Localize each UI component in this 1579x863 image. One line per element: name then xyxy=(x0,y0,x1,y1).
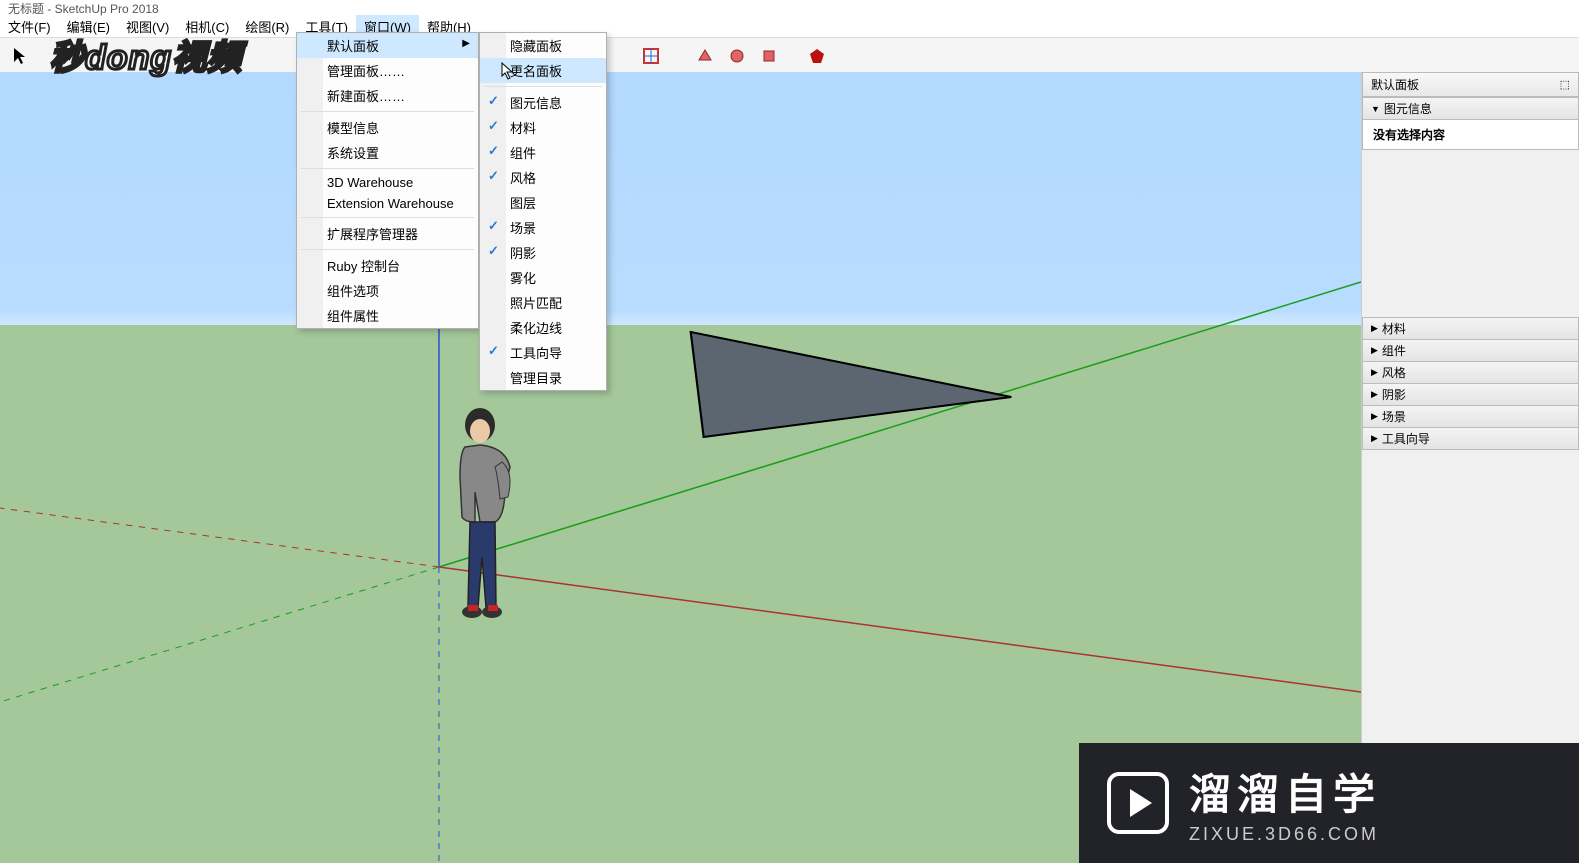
menu-separator xyxy=(301,168,474,169)
submenu-entity-info[interactable]: ✓图元信息 xyxy=(480,90,606,115)
pin-icon[interactable]: ⬚ xyxy=(1560,78,1570,91)
submenu-instructor[interactable]: ✓工具向导 xyxy=(480,340,606,365)
submenu-components[interactable]: ✓组件 xyxy=(480,140,606,165)
submenu-soften-edges[interactable]: 柔化边线 xyxy=(480,315,606,340)
expand-icon: ▶ xyxy=(1371,389,1378,400)
menu-default-panel[interactable]: 默认面板 ▶ xyxy=(297,33,478,58)
collapse-icon: ▼ xyxy=(1371,104,1380,114)
instructor-header[interactable]: ▶ 工具向导 xyxy=(1362,427,1579,450)
entity-info-body: 没有选择内容 xyxy=(1362,120,1579,150)
ad-sub-text: ZIXUE.3D66.COM xyxy=(1189,824,1381,845)
menu-ruby-console[interactable]: Ruby 控制台 xyxy=(297,253,478,278)
check-icon: ✓ xyxy=(488,343,499,359)
menu-component-options[interactable]: 组件选项 xyxy=(297,278,478,303)
submenu-scenes[interactable]: ✓场景 xyxy=(480,215,606,240)
default-panel-submenu: 隐藏面板 更名面板 ✓图元信息 ✓材料 ✓组件 ✓风格 图层 ✓场景 ✓阴影 雾… xyxy=(479,32,607,391)
zoom-extents-icon[interactable] xyxy=(636,41,666,71)
window-dropdown: 默认面板 ▶ 管理面板…… 新建面板…… 模型信息 系统设置 3D Wareho… xyxy=(296,32,479,329)
tray-header[interactable]: 默认面板 ⬚ xyxy=(1362,72,1579,97)
panel-label: 风格 xyxy=(1382,364,1406,381)
menu-extension-warehouse[interactable]: Extension Warehouse xyxy=(297,193,478,214)
menu-component-attrs[interactable]: 组件属性 xyxy=(297,303,478,328)
submenu-layers[interactable]: 图层 xyxy=(480,190,606,215)
components-header[interactable]: ▶ 组件 xyxy=(1362,339,1579,362)
menu-3d-warehouse[interactable]: 3D Warehouse xyxy=(297,172,478,193)
play-icon xyxy=(1107,772,1169,834)
panel-label: 阴影 xyxy=(1382,386,1406,403)
tool-icon[interactable] xyxy=(722,41,752,71)
materials-header[interactable]: ▶ 材料 xyxy=(1362,317,1579,340)
submenu-shadows[interactable]: ✓阴影 xyxy=(480,240,606,265)
panel-label: 工具向导 xyxy=(1382,430,1430,447)
menu-separator xyxy=(301,249,474,250)
menu-new-panel[interactable]: 新建面板…… xyxy=(297,83,478,108)
scenes-header[interactable]: ▶ 场景 xyxy=(1362,405,1579,428)
submenu-rename-panel[interactable]: 更名面板 xyxy=(480,58,606,83)
submenu-photo-match[interactable]: 照片匹配 xyxy=(480,290,606,315)
no-selection-text: 没有选择内容 xyxy=(1373,128,1445,142)
select-tool-icon[interactable] xyxy=(6,41,36,71)
expand-icon: ▶ xyxy=(1371,323,1378,334)
expand-icon: ▶ xyxy=(1371,367,1378,378)
entity-info-header[interactable]: ▼ 图元信息 xyxy=(1362,97,1579,120)
submenu-hide-panel[interactable]: 隐藏面板 xyxy=(480,33,606,58)
watermark-logo: 秒dong视频 xyxy=(50,30,242,79)
submenu-materials[interactable]: ✓材料 xyxy=(480,115,606,140)
check-icon: ✓ xyxy=(488,93,499,109)
check-icon: ✓ xyxy=(488,218,499,234)
panel-label: 组件 xyxy=(1382,342,1406,359)
expand-icon: ▶ xyxy=(1371,433,1378,444)
menu-model-info[interactable]: 模型信息 xyxy=(297,115,478,140)
submenu-arrow-icon: ▶ xyxy=(462,38,470,49)
shadows-header[interactable]: ▶ 阴影 xyxy=(1362,383,1579,406)
styles-header[interactable]: ▶ 风格 xyxy=(1362,361,1579,384)
submenu-fog[interactable]: 雾化 xyxy=(480,265,606,290)
menu-separator xyxy=(484,86,602,87)
panel-label: 材料 xyxy=(1382,320,1406,337)
menu-separator xyxy=(301,111,474,112)
watermark-text: 秒dong视频 xyxy=(50,39,242,77)
panel-label: 图元信息 xyxy=(1384,100,1432,117)
tray-title: 默认面板 xyxy=(1371,76,1419,93)
panel-label: 场景 xyxy=(1382,408,1406,425)
check-icon: ✓ xyxy=(488,143,499,159)
menu-system-settings[interactable]: 系统设置 xyxy=(297,140,478,165)
check-icon: ✓ xyxy=(488,243,499,259)
submenu-styles[interactable]: ✓风格 xyxy=(480,165,606,190)
menu-extension-manager[interactable]: 扩展程序管理器 xyxy=(297,221,478,246)
ad-main-text: 溜溜自学 xyxy=(1189,761,1381,822)
menu-manage-panel[interactable]: 管理面板…… xyxy=(297,58,478,83)
check-icon: ✓ xyxy=(488,118,499,134)
expand-icon: ▶ xyxy=(1371,411,1378,422)
tool-icon[interactable] xyxy=(690,41,720,71)
title-bar: 无标题 - SketchUp Pro 2018 xyxy=(0,0,1579,16)
scale-figure-icon xyxy=(450,407,530,637)
ruby-icon[interactable] xyxy=(802,41,832,71)
submenu-manage-catalog[interactable]: 管理目录 xyxy=(480,365,606,390)
check-icon: ✓ xyxy=(488,168,499,184)
expand-icon: ▶ xyxy=(1371,345,1378,356)
menu-separator xyxy=(301,217,474,218)
tool-icon[interactable] xyxy=(754,41,784,71)
menu-draw[interactable]: 绘图(R) xyxy=(237,15,297,38)
ad-banner: 溜溜自学 ZIXUE.3D66.COM xyxy=(1079,743,1579,863)
